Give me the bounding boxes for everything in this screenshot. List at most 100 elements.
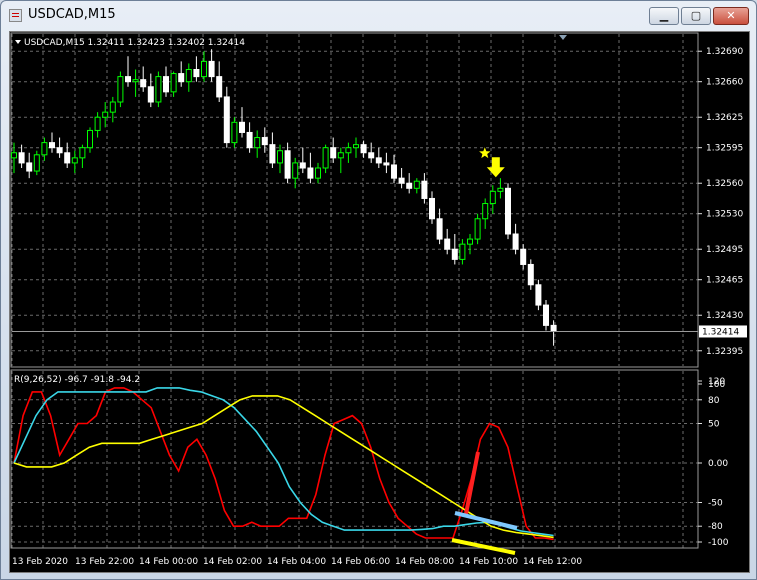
candle [223,86,230,148]
candle [201,51,207,82]
candle [49,132,55,153]
candle [322,144,329,174]
maximize-button[interactable]: ▢ [681,7,711,25]
chart-area[interactable]: USDCAD,M15 1.32411 1.32423 1.32402 1.324… [9,31,750,573]
candle [109,96,116,123]
price-axis: 1.32690 1.32660 1.32625 1.32595 1.32560 1.325… [698,47,743,357]
candle [360,140,367,158]
indicator-tick-label: 80 [708,396,720,406]
candle [163,66,169,97]
candle [337,147,344,174]
candle [64,142,71,168]
time-tick-label: 14 Feb 04:00 [267,557,326,567]
candle [429,191,435,224]
candle [254,130,261,158]
price-tick-label: 1.32660 [706,78,743,88]
candle [185,63,192,92]
trend-line-red [464,451,480,515]
candle [353,137,359,158]
candle [132,69,139,97]
candle [474,213,481,245]
candle [231,117,238,148]
candle [239,107,245,138]
candle [292,157,299,189]
window-title: USDCAD,M15 [28,7,116,22]
candle [383,152,390,174]
candle [330,137,337,163]
indicator-header: R(9,26,52) -96.7 -91.8 -94.2 [14,375,140,385]
indicator-tick-label: 100 [708,380,725,390]
candle [421,173,428,204]
candle [543,300,549,331]
candle [277,144,283,174]
signal-star-icon [479,147,491,159]
price-tick-label: 1.32625 [706,113,743,123]
candle [535,279,542,311]
indicator-tick-label: 0.00 [708,459,728,469]
candle [467,234,473,255]
price-tick-label: 1.32560 [706,179,743,189]
title-bar[interactable]: USDCAD,M15 ▁ ▢ ✕ [1,1,756,31]
scroll-marker-icon[interactable] [559,35,567,40]
indicator-tick-label: -80 [708,522,723,532]
candle [102,102,109,128]
candle [520,244,527,270]
candle [193,56,200,82]
candle [56,137,63,158]
time-tick-label: 14 Feb 06:00 [331,557,390,567]
candle [482,198,489,229]
minimize-button[interactable]: ▁ [649,7,679,25]
price-pane-frame [10,32,699,368]
chart-canvas[interactable]: USDCAD,M15 1.32411 1.32423 1.32402 1.324… [10,32,749,572]
candle [246,122,253,153]
candle [178,61,185,87]
time-tick-label: 14 Feb 12:00 [523,557,582,567]
price-tick-label: 1.32395 [706,347,743,357]
candle [147,73,154,108]
price-header: USDCAD,M15 1.32411 1.32423 1.32402 1.324… [15,38,245,48]
candle [307,152,314,184]
price-header-text: USDCAD,M15 1.32411 1.32423 1.32402 1.324… [24,38,245,48]
candle [26,152,33,179]
candle [208,49,215,82]
indicator-axis: 12010080500.00-50-80-100 [698,377,729,548]
candle [94,112,101,138]
chart-window: USDCAD,M15 ▁ ▢ ✕ USDCAD,M15 1.32411 1.32… [0,0,757,580]
candlestick-series [11,49,557,346]
candle [391,154,397,184]
time-tick-label: 14 Feb 02:00 [203,557,262,567]
price-tick-label: 1.32465 [706,276,743,286]
price-tick-label: 1.32595 [706,144,743,154]
candle [375,147,382,168]
candle [87,127,93,153]
candle [41,137,48,161]
price-tick-label: 1.32690 [706,47,743,57]
time-tick-label: 14 Feb 08:00 [395,557,454,567]
candle [140,66,147,92]
time-axis: 13 Feb 2020 13 Feb 22:00 14 Feb 00:00 14 Fe… [12,557,582,567]
candle [444,228,451,255]
collapse-arrow-icon[interactable] [15,40,21,44]
chart-app-icon [9,9,22,22]
time-tick-label: 14 Feb 00:00 [139,557,198,567]
time-tick-label: 13 Feb 22:00 [75,557,134,567]
candle [71,150,78,174]
candle [155,71,162,108]
candle [512,223,519,255]
candle [170,71,177,97]
time-tick-label: 13 Feb 2020 [12,557,68,567]
sell-signal [479,147,505,178]
indicator-tick-label: -100 [708,538,729,548]
price-tick-label: 1.32530 [706,210,743,220]
indicator-tick-label: -50 [708,499,723,509]
current-price-label: 1.32414 [12,325,747,338]
candle [413,178,420,194]
candle [216,61,223,102]
candle [497,178,504,199]
close-button[interactable]: ✕ [713,7,749,25]
candle [345,142,352,163]
indicator-pane-frame [10,369,699,549]
candle [398,168,405,189]
trend-lines [451,451,518,555]
price-tick-label: 1.32430 [706,311,743,321]
